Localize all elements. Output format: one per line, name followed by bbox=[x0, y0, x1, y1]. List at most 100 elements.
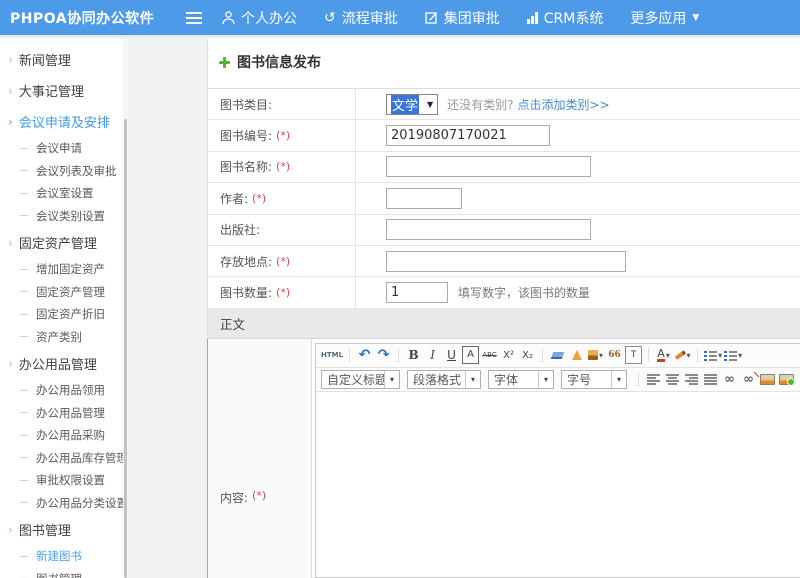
align-left-button[interactable] bbox=[645, 370, 662, 388]
sidebar-item-label: 新建图书 bbox=[36, 548, 82, 564]
select-label: 字体 bbox=[489, 371, 538, 388]
edit-square-icon bbox=[425, 11, 438, 24]
sidebar-scrollbar[interactable] bbox=[123, 39, 128, 578]
sidebar-item-add-fixed-asset[interactable]: —增加固定资产 bbox=[0, 258, 123, 281]
font-family-select[interactable]: 字体▾ bbox=[488, 370, 554, 389]
clear-format-button[interactable] bbox=[568, 346, 585, 364]
sidebar-item-supplies-category-settings[interactable]: —办公用品分类设置 bbox=[0, 492, 123, 515]
chevron-down-icon: ▼ bbox=[692, 13, 699, 23]
sidebar-item-supplies-inventory[interactable]: —办公用品库存管理 bbox=[0, 447, 123, 470]
editor-content-area[interactable] bbox=[316, 392, 800, 577]
nav-crm-system[interactable]: CRM系统 bbox=[527, 8, 604, 28]
sidebar-item-meeting-list-approval[interactable]: —会议列表及审批 bbox=[0, 160, 123, 183]
required-mark: (*) bbox=[276, 160, 290, 173]
page-title: 图书信息发布 bbox=[219, 52, 321, 72]
chevron-right-icon: › bbox=[8, 115, 12, 129]
section-header-body-text: 正文 bbox=[208, 309, 800, 339]
eraser-button[interactable] bbox=[549, 346, 566, 364]
dash-icon: — bbox=[19, 407, 29, 418]
sidebar-group-memorabilia-management[interactable]: ›大事记管理 bbox=[0, 75, 123, 106]
nav-personal-office[interactable]: 个人办公 bbox=[222, 8, 297, 28]
book-name-input[interactable] bbox=[386, 156, 591, 177]
editor-toolbar-row2: 自定义标题▾ 段落格式▾ 字体▾ 字号▾ ∞ ∞ bbox=[316, 368, 800, 392]
storage-location-input[interactable] bbox=[386, 251, 626, 272]
rich-text-editor: HTML ↶ ↷ B I U A ABC X² X₂ bbox=[315, 343, 800, 578]
sidebar-item-meeting-room-settings[interactable]: —会议室设置 bbox=[0, 182, 123, 205]
justify-button[interactable] bbox=[702, 370, 719, 388]
hamburger-menu-icon[interactable] bbox=[186, 12, 202, 25]
sidebar-group-fixed-assets[interactable]: ›固定资产管理 bbox=[0, 227, 123, 258]
dash-icon: — bbox=[19, 475, 29, 486]
publisher-input[interactable] bbox=[386, 219, 591, 240]
form-row-category: 图书类目: 文学 ▼ 还没有类别? 点击添加类别>> bbox=[208, 89, 800, 120]
sidebar-nav: ›新闻管理 ›大事记管理 ›会议申请及安排 —会议申请 —会议列表及审批 —会议… bbox=[0, 39, 123, 578]
insert-link-button[interactable]: ∞ bbox=[721, 370, 738, 388]
sidebar-item-label: 会议类别设置 bbox=[36, 208, 105, 224]
bold-button[interactable]: B bbox=[405, 346, 422, 364]
sidebar-item-new-book[interactable]: —新建图书 bbox=[0, 545, 123, 568]
book-number-input[interactable] bbox=[386, 125, 550, 146]
redo-button[interactable]: ↷ bbox=[375, 346, 392, 364]
align-left-icon bbox=[647, 374, 660, 385]
sidebar-item-approval-permission-settings[interactable]: —审批权限设置 bbox=[0, 469, 123, 492]
sidebar-group-news-management[interactable]: ›新闻管理 bbox=[0, 44, 123, 75]
remove-link-button[interactable]: ∞ bbox=[740, 370, 757, 388]
sidebar-item-asset-category[interactable]: —资产类别 bbox=[0, 326, 123, 349]
caret-down-icon: ▾ bbox=[687, 351, 691, 360]
italic-button[interactable]: I bbox=[424, 346, 441, 364]
nav-more-apps[interactable]: 更多应用 ▼ bbox=[630, 8, 699, 28]
sidebar-item-supplies-requisition[interactable]: —办公用品领用 bbox=[0, 379, 123, 402]
font-size-select[interactable]: 字号▾ bbox=[561, 370, 627, 389]
author-input[interactable] bbox=[386, 188, 462, 209]
ordered-list-button[interactable]: ▾ bbox=[704, 346, 722, 364]
sidebar-item-fixed-asset-management[interactable]: —固定资产管理 bbox=[0, 281, 123, 304]
autotypeset-button[interactable]: A bbox=[462, 346, 479, 364]
toolbar-separator bbox=[697, 348, 698, 362]
superscript-button[interactable]: X² bbox=[500, 346, 517, 364]
category-selected-value: 文学 bbox=[391, 95, 419, 114]
align-right-button[interactable] bbox=[683, 370, 700, 388]
underline-button[interactable]: U bbox=[443, 346, 460, 364]
scrollbar-thumb[interactable] bbox=[124, 119, 127, 578]
paste-as-text-button[interactable]: T bbox=[625, 346, 642, 364]
sidebar-item-fixed-asset-depreciation[interactable]: —固定资产折旧 bbox=[0, 303, 123, 326]
sidebar-group-office-supplies[interactable]: ›办公用品管理 bbox=[0, 348, 123, 379]
page-title-text: 图书信息发布 bbox=[237, 52, 321, 72]
paragraph-format-select[interactable]: 段落格式▾ bbox=[407, 370, 481, 389]
dash-icon: — bbox=[19, 331, 29, 342]
nav-workflow-approval[interactable]: ↺ 流程审批 bbox=[324, 8, 398, 28]
add-category-link[interactable]: 点击添加类别>> bbox=[518, 96, 610, 113]
insert-image-button[interactable] bbox=[759, 370, 776, 388]
blockquote-button[interactable]: 66 bbox=[606, 346, 623, 364]
sidebar-item-supplies-purchase[interactable]: —办公用品采购 bbox=[0, 424, 123, 447]
sidebar-item-book-management[interactable]: —图书管理 bbox=[0, 568, 123, 578]
sidebar-item-supplies-management[interactable]: —办公用品管理 bbox=[0, 402, 123, 425]
ordered-list-icon bbox=[704, 350, 717, 361]
sidebar-item-label: 办公用品分类设置 bbox=[36, 495, 123, 511]
undo-button[interactable]: ↶ bbox=[356, 346, 373, 364]
align-center-button[interactable] bbox=[664, 370, 681, 388]
unordered-list-button[interactable]: ▾ bbox=[724, 346, 742, 364]
font-color-button[interactable]: A▾ bbox=[655, 346, 672, 364]
sidebar-group-meeting-request[interactable]: ›会议申请及安排 bbox=[0, 106, 123, 137]
format-painter-button[interactable]: ▾ bbox=[587, 346, 604, 364]
subscript-button[interactable]: X₂ bbox=[519, 346, 536, 364]
field-label: 图书数量: bbox=[220, 284, 272, 301]
field-label: 图书类目: bbox=[220, 96, 272, 113]
sidebar-group-book-management[interactable]: ›图书管理 bbox=[0, 514, 123, 545]
strikethrough-button[interactable]: ABC bbox=[481, 346, 498, 364]
html-source-button[interactable]: HTML bbox=[321, 346, 343, 364]
category-select[interactable]: 文学 ▼ bbox=[386, 94, 438, 115]
sidebar-item-label: 办公用品管理 bbox=[19, 354, 97, 373]
quantity-input[interactable] bbox=[386, 282, 448, 303]
nav-label: CRM系统 bbox=[544, 8, 604, 28]
highlight-button[interactable]: ▾ bbox=[674, 346, 691, 364]
custom-title-select[interactable]: 自定义标题▾ bbox=[321, 370, 400, 389]
sidebar-item-meeting-category-settings[interactable]: —会议类别设置 bbox=[0, 205, 123, 228]
justify-icon bbox=[704, 374, 717, 385]
sidebar-item-meeting-apply[interactable]: —会议申请 bbox=[0, 137, 123, 160]
nav-group-approval[interactable]: 集团审批 bbox=[425, 8, 500, 28]
form-row-publisher: 出版社: bbox=[208, 215, 800, 246]
insert-image-online-button[interactable] bbox=[778, 370, 795, 388]
nav-label: 流程审批 bbox=[342, 8, 398, 28]
